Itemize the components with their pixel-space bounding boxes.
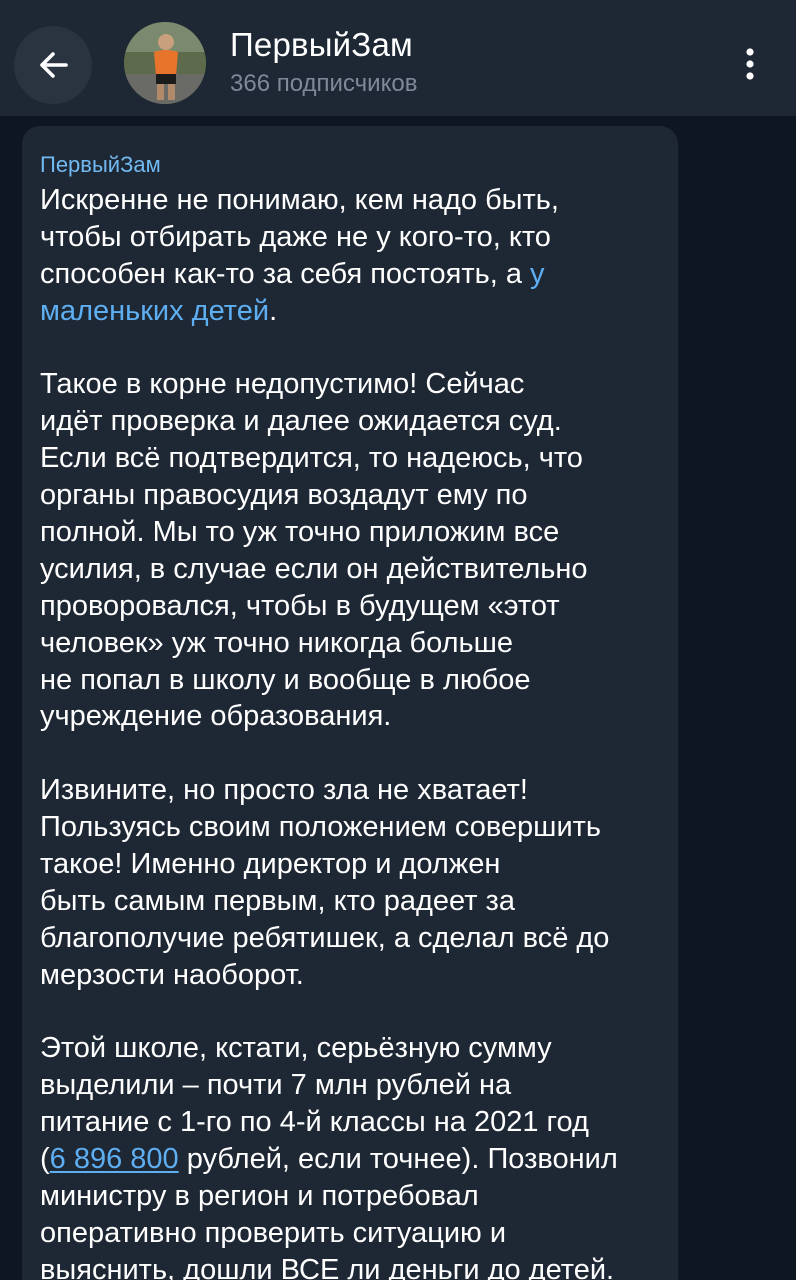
text-line: маленьких детей. — [40, 293, 670, 330]
message-bubble[interactable]: ПервыйЗам Искренне не понимаю, кем надо … — [22, 126, 678, 1280]
text-line: не попал в школу и вообще в любое — [40, 663, 531, 696]
text-fragment: рублей, если точнее). Позвонил — [178, 1143, 618, 1176]
text-line: Искренне не понимаю, кем надо быть, — [40, 184, 559, 216]
hyperlink[interactable]: маленьких детей — [40, 295, 269, 327]
channel-title[interactable]: ПервыйЗам — [230, 26, 413, 64]
subscriber-count: 366 подписчиков — [230, 70, 418, 97]
text-line: питание с 1-го по 4-й классы на 2021 год — [40, 1106, 589, 1139]
text-line: (6 896 800 рублей, если точнее). Позвони… — [40, 1141, 670, 1178]
message-text: Искренне не понимаю, кем надо быть, чтоб… — [40, 182, 670, 1280]
chat-area[interactable]: ПервыйЗам Искренне не понимаю, кем надо … — [0, 116, 796, 1280]
text-line: Такое в корне недопустимо! Сейчас — [40, 368, 525, 401]
text-fragment: . — [269, 294, 278, 327]
channel-avatar[interactable] — [124, 22, 206, 104]
text-line: Извините, но просто зла не хватает! — [40, 774, 528, 807]
message-author[interactable]: ПервыйЗам — [40, 152, 161, 178]
text-line: оперативно проверить ситуацию и — [40, 1216, 507, 1249]
more-vertical-icon — [746, 48, 754, 80]
text-line: способен как-то за себя постоять, а у — [40, 256, 670, 293]
text-line: проворовался, чтобы в будущем «этот — [40, 589, 560, 622]
menu-button[interactable] — [726, 36, 774, 92]
text-fragment: ( — [40, 1143, 50, 1176]
text-line: чтобы отбирать даже не у кого-то, кто — [40, 220, 551, 253]
text-line: министру в регион и потребовал — [40, 1180, 479, 1213]
text-line: полной. Мы то уж точно приложим все — [40, 516, 560, 549]
text-line: учреждение образования. — [40, 700, 392, 733]
avatar-photo — [124, 22, 206, 104]
amount-link[interactable]: 6 896 800 — [50, 1143, 179, 1175]
text-line: усилия, в случае если он действительно — [40, 552, 588, 585]
back-button[interactable] — [14, 26, 92, 104]
text-line: такое! Именно директор и должен — [40, 848, 501, 881]
text-line: человек» уж точно никогда больше — [40, 626, 514, 659]
text-line: идёт проверка и далее ожидается суд. — [40, 405, 562, 438]
chat-header: ПервыйЗам 366 подписчиков — [0, 0, 796, 116]
text-fragment: способен как-то за себя постоять, а — [40, 257, 531, 290]
text-line: органы правосудия воздадут ему по — [40, 479, 528, 512]
hyperlink[interactable]: у — [530, 258, 545, 290]
text-line: мерзости наоборот. — [40, 958, 304, 991]
text-line: быть самым первым, кто радеет за — [40, 884, 515, 917]
text-line: Этой школе, кстати, серьёзную сумму — [40, 1032, 552, 1065]
arrow-left-icon — [40, 52, 68, 78]
text-line: выяснить, дошли ВСЕ ли деньги до детей. — [40, 1253, 615, 1280]
text-line: выделили – почти 7 млн рублей на — [40, 1069, 512, 1102]
text-line: Пользуясь своим положением совершить — [40, 811, 602, 844]
text-line: Если всё подтвердится, то надеюсь, что — [40, 442, 583, 475]
text-line: благополучие ребятишек, а сделал всё до — [40, 921, 610, 954]
